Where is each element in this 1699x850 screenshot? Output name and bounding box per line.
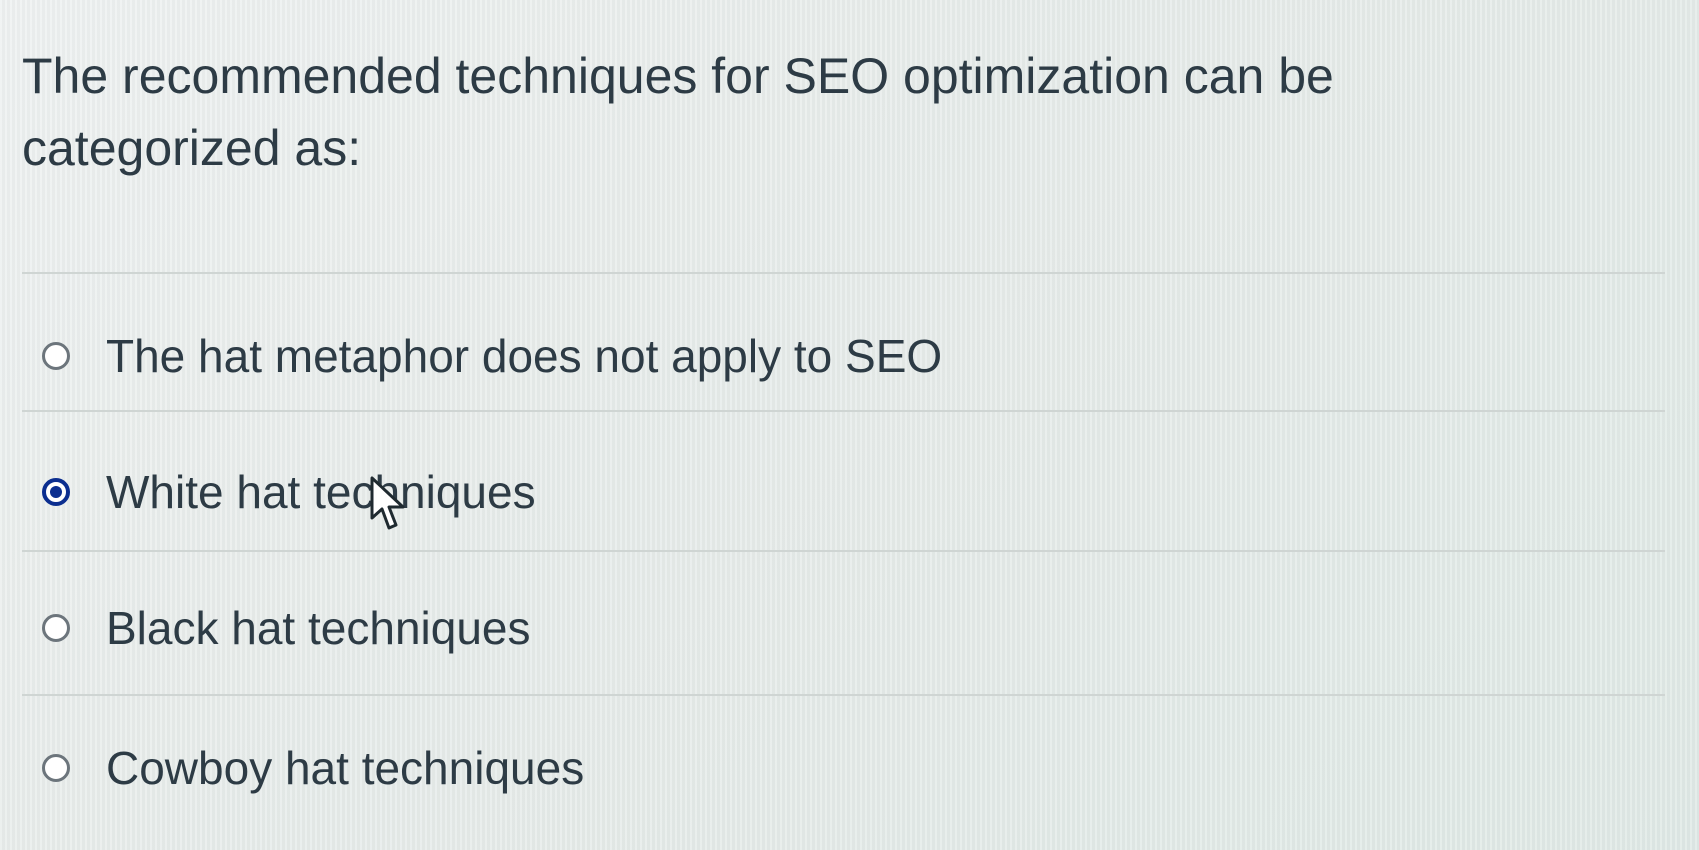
answer-label: Black hat techniques [106, 602, 531, 654]
answer-option-the-hat-metaphor[interactable]: The hat metaphor does not apply to SEO [42, 306, 942, 406]
answer-label: White hat techniques [106, 466, 536, 518]
answer-label: The hat metaphor does not apply to SEO [106, 330, 943, 382]
answer-divider [22, 694, 1665, 696]
answer-label: Cowboy hat techniques [106, 742, 585, 794]
answer-option-white-hat[interactable]: White hat techniques [42, 442, 536, 542]
answer-divider [22, 410, 1665, 412]
question-card: The recommended techniques for SEO optim… [0, 0, 1699, 850]
quiz-screen: The recommended techniques for SEO optim… [0, 0, 1699, 850]
question-text: The recommended techniques for SEO optim… [22, 48, 1334, 176]
radio-button-unselected[interactable] [42, 754, 70, 782]
radio-button-unselected[interactable] [42, 342, 70, 370]
radio-button-unselected[interactable] [42, 614, 70, 642]
answer-divider [22, 272, 1665, 274]
answer-divider [22, 550, 1665, 552]
radio-button-selected[interactable] [42, 478, 70, 506]
answer-option-black-hat[interactable]: Black hat techniques [42, 578, 531, 678]
answer-option-cowboy-hat[interactable]: Cowboy hat techniques [42, 718, 584, 818]
